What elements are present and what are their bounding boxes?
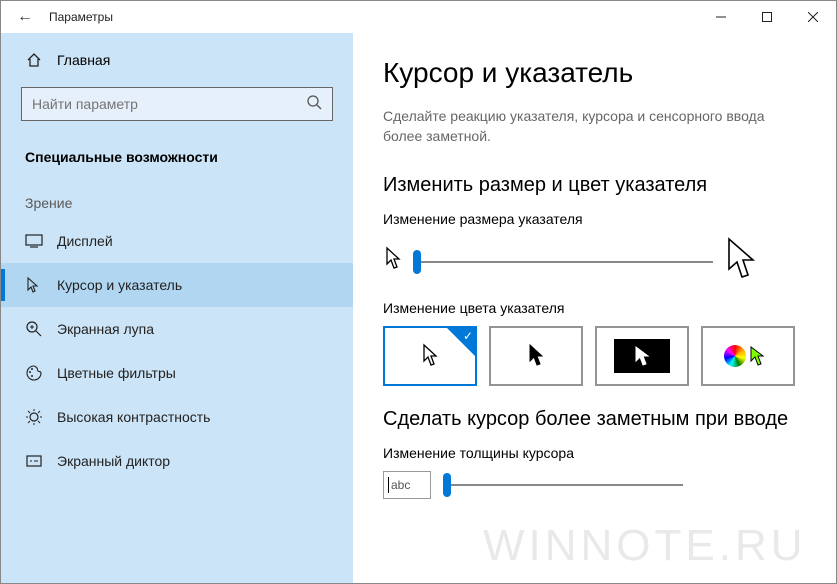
sidebar-item-cursor[interactable]: Курсор и указатель (1, 263, 353, 307)
window-title: Параметры (49, 10, 698, 24)
narrator-icon (25, 452, 43, 470)
sidebar: Главная Специальные возможности Зрение Д… (1, 33, 353, 583)
pointer-size-label: Изменение размера указателя (383, 211, 796, 227)
contrast-icon (25, 408, 43, 426)
pointer-color-options: ✓ (383, 326, 796, 386)
home-icon (25, 51, 43, 69)
sidebar-item-label: Цветные фильтры (57, 365, 176, 381)
sidebar-item-label: Экранный диктор (57, 453, 170, 469)
color-option-inverted[interactable] (595, 326, 689, 386)
page-description: Сделайте реакцию указателя, курсора и се… (383, 107, 796, 146)
close-button[interactable] (790, 1, 836, 33)
titlebar: ← Параметры (1, 1, 836, 33)
search-input[interactable] (32, 96, 306, 112)
pointer-color-label: Изменение цвета указателя (383, 300, 796, 316)
back-button[interactable]: ← (1, 8, 49, 26)
minimize-button[interactable] (698, 1, 744, 33)
section-cursor-heading: Сделать курсор более заметным при вводе (383, 408, 796, 431)
color-option-black[interactable] (489, 326, 583, 386)
cursor-icon (25, 276, 43, 294)
section-title: Специальные возможности (1, 149, 353, 189)
sidebar-item-highcontrast[interactable]: Высокая контрастность (1, 395, 353, 439)
sidebar-item-display[interactable]: Дисплей (1, 219, 353, 263)
home-label: Главная (57, 52, 110, 68)
color-option-custom[interactable] (701, 326, 795, 386)
cursor-thickness-preview: abc (383, 471, 431, 499)
color-option-white[interactable]: ✓ (383, 326, 477, 386)
color-wheel-icon (724, 345, 746, 367)
sidebar-item-magnifier[interactable]: Экранная лупа (1, 307, 353, 351)
watermark: WINNOTE.RU (483, 521, 807, 571)
magnifier-icon (25, 320, 43, 338)
group-label: Зрение (1, 189, 353, 219)
sidebar-item-label: Дисплей (57, 233, 113, 249)
cursor-thickness-slider[interactable] (443, 471, 683, 499)
sidebar-item-narrator[interactable]: Экранный диктор (1, 439, 353, 483)
search-box[interactable] (21, 87, 333, 121)
palette-icon (25, 364, 43, 382)
pointer-size-slider[interactable] (413, 248, 713, 276)
small-cursor-icon (383, 246, 403, 277)
sidebar-item-label: Экранная лупа (57, 321, 154, 337)
checkmark-icon: ✓ (463, 329, 473, 343)
cursor-thickness-label: Изменение толщины курсора (383, 445, 796, 461)
maximize-button[interactable] (744, 1, 790, 33)
main-content: Курсор и указатель Сделайте реакцию указ… (353, 33, 836, 583)
sidebar-item-label: Курсор и указатель (57, 277, 182, 293)
page-title: Курсор и указатель (383, 57, 796, 89)
home-link[interactable]: Главная (21, 51, 333, 69)
large-cursor-icon (723, 237, 759, 286)
section-size-color-heading: Изменить размер и цвет указателя (383, 174, 796, 197)
search-icon (306, 94, 322, 115)
sidebar-item-label: Высокая контрастность (57, 409, 210, 425)
sidebar-item-colorfilters[interactable]: Цветные фильтры (1, 351, 353, 395)
display-icon (25, 232, 43, 250)
